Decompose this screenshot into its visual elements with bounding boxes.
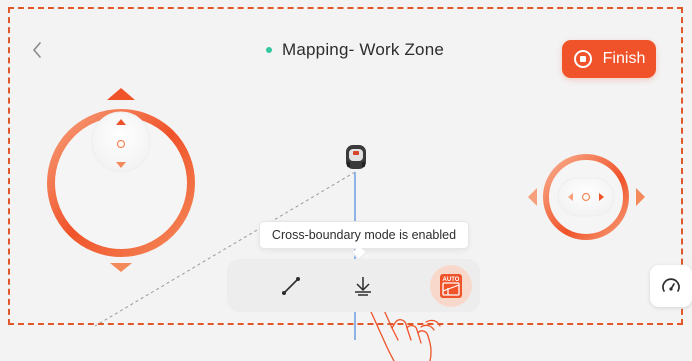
stop-circle-icon xyxy=(573,50,592,68)
speedometer-icon xyxy=(662,278,680,292)
anchor-down-icon xyxy=(355,276,371,296)
speed-settings-button[interactable] xyxy=(650,265,692,307)
right-joystick[interactable] xyxy=(528,154,645,240)
mapping-screen: Mapping- Work Zone Finish Cross-boundary… xyxy=(0,0,692,361)
left-joystick[interactable] xyxy=(47,88,195,272)
chevron-left-icon xyxy=(33,42,41,58)
finish-button[interactable]: Finish xyxy=(562,40,656,78)
line-tool-button[interactable] xyxy=(265,259,317,312)
anchor-point-button[interactable] xyxy=(337,259,389,312)
status-dot xyxy=(266,47,272,53)
joystick-down-arrow[interactable] xyxy=(110,263,132,272)
auto-icon: AUTO xyxy=(430,264,472,307)
page-title: Mapping- Work Zone xyxy=(282,40,445,59)
joystick-right-arrow[interactable] xyxy=(636,188,645,206)
robot-mower-icon xyxy=(346,145,366,169)
auto-mode-button[interactable]: AUTO xyxy=(426,259,476,312)
mapping-toolbar: AUTO xyxy=(227,259,480,312)
joystick-up-arrow[interactable] xyxy=(107,88,135,100)
line-draw-icon xyxy=(282,276,300,295)
svg-text:AUTO: AUTO xyxy=(443,277,460,283)
joystick-knob[interactable] xyxy=(557,177,615,217)
cross-boundary-tooltip: Cross-boundary mode is enabled xyxy=(259,221,469,249)
back-button[interactable] xyxy=(26,38,48,62)
finish-label: Finish xyxy=(602,50,646,67)
header-title: Mapping- Work Zone xyxy=(266,38,444,62)
joystick-left-arrow[interactable] xyxy=(528,188,537,206)
